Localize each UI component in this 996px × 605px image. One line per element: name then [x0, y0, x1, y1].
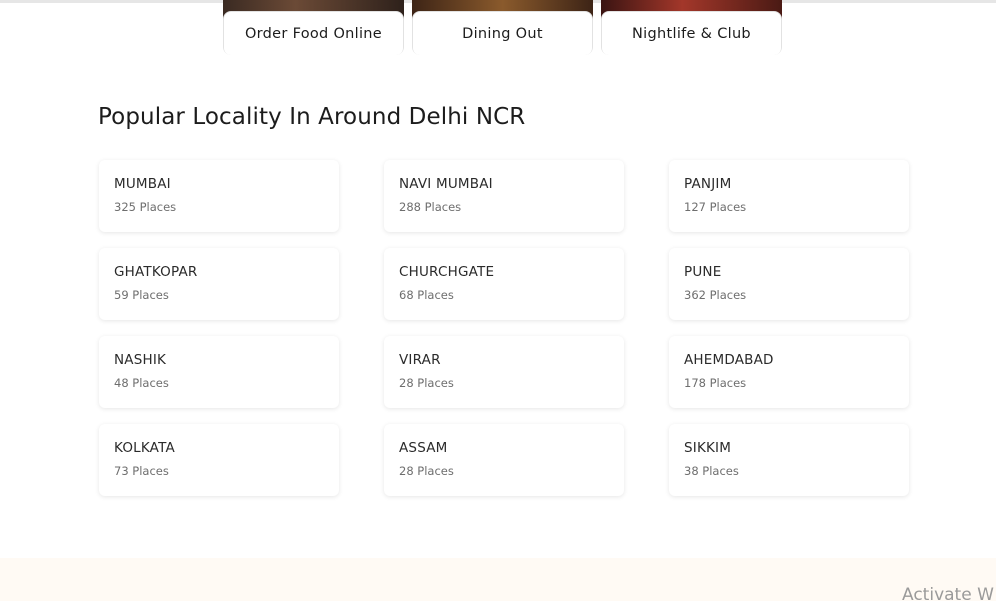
locality-name: MUMBAI: [114, 176, 171, 192]
locality-count: 28 Places: [399, 376, 454, 390]
category-label: Nightlife & Club: [601, 11, 782, 55]
locality-card[interactable]: NAVI MUMBAI 288 Places: [384, 160, 624, 232]
locality-name: PUNE: [684, 264, 722, 280]
locality-card[interactable]: PUNE 362 Places: [669, 248, 909, 320]
category-card-nightlife[interactable]: Nightlife & Club: [601, 0, 782, 55]
category-card-dining-out[interactable]: Dining Out: [412, 0, 593, 55]
locality-card[interactable]: KOLKATA 73 Places: [99, 424, 339, 496]
locality-count: 288 Places: [399, 200, 462, 214]
locality-name: ASSAM: [399, 440, 448, 456]
locality-card[interactable]: ASSAM 28 Places: [384, 424, 624, 496]
locality-name: CHURCHGATE: [399, 264, 495, 280]
category-row: Order Food Online Dining Out Nightlife &…: [223, 0, 782, 55]
locality-card[interactable]: PANJIM 127 Places: [669, 160, 909, 232]
locality-name: AHEMDABAD: [684, 352, 774, 368]
locality-count: 28 Places: [399, 464, 454, 478]
locality-card[interactable]: NASHIK 48 Places: [99, 336, 339, 408]
locality-card[interactable]: GHATKOPAR 59 Places: [99, 248, 339, 320]
locality-count: 178 Places: [684, 376, 747, 390]
locality-count: 362 Places: [684, 288, 747, 302]
locality-count: 38 Places: [684, 464, 739, 478]
locality-name: NASHIK: [114, 352, 167, 368]
category-card-order-food[interactable]: Order Food Online: [223, 0, 404, 55]
locality-card[interactable]: VIRAR 28 Places: [384, 336, 624, 408]
category-label: Order Food Online: [223, 11, 404, 55]
locality-card[interactable]: AHEMDABAD 178 Places: [669, 336, 909, 408]
locality-count: 73 Places: [114, 464, 169, 478]
activation-watermark: Activate W: [902, 585, 994, 605]
locality-card[interactable]: SIKKIM 38 Places: [669, 424, 909, 496]
locality-name: PANJIM: [684, 176, 732, 192]
locality-card[interactable]: CHURCHGATE 68 Places: [384, 248, 624, 320]
locality-name: VIRAR: [399, 352, 441, 368]
locality-card[interactable]: MUMBAI 325 Places: [99, 160, 339, 232]
locality-count: 325 Places: [114, 200, 177, 214]
locality-count: 68 Places: [399, 288, 454, 302]
locality-count: 127 Places: [684, 200, 747, 214]
locality-count: 59 Places: [114, 288, 169, 302]
locality-grid: MUMBAI 325 Places NAVI MUMBAI 288 Places…: [99, 160, 909, 496]
locality-name: NAVI MUMBAI: [399, 176, 493, 192]
locality-name: GHATKOPAR: [114, 264, 198, 280]
category-label: Dining Out: [412, 11, 593, 55]
footer-band: [0, 558, 996, 601]
locality-count: 48 Places: [114, 376, 169, 390]
locality-name: KOLKATA: [114, 440, 175, 456]
locality-name: SIKKIM: [684, 440, 732, 456]
section-title: Popular Locality In Around Delhi NCR: [98, 104, 526, 130]
